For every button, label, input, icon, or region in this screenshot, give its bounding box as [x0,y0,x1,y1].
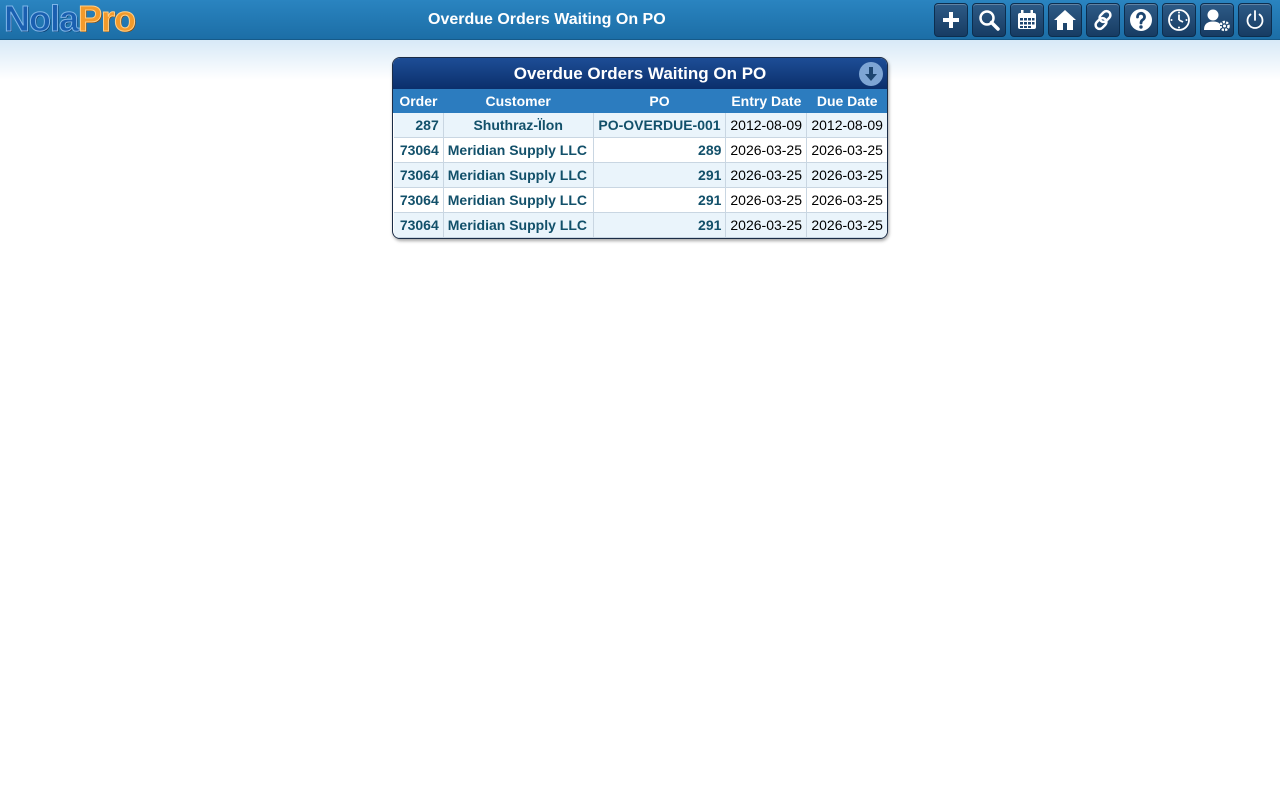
column-header-order[interactable]: Order [393,89,444,113]
download-icon [865,67,877,81]
history-button[interactable] [1162,3,1196,37]
customer-link[interactable]: Meridian Supply LLC [442,137,594,163]
entry-date: 2012-08-09 [725,113,808,138]
table-row: 73064 Meridian Supply LLC 291 2026-03-25… [393,187,887,213]
column-header-customer[interactable]: Customer [442,89,594,113]
po-link[interactable]: 291 [592,187,727,213]
due-date: 2026-03-25 [806,162,887,188]
customer-link[interactable]: Meridian Supply LLC [442,212,594,238]
home-button[interactable] [1048,3,1082,37]
user-settings-button[interactable] [1200,3,1234,37]
calendar-icon [1018,10,1036,29]
report-title: Overdue Orders Waiting On PO [513,64,767,83]
links-button[interactable] [1086,3,1120,37]
table-row: 73064 Meridian Supply LLC 291 2026-03-25… [393,212,887,238]
help-icon [1130,9,1152,31]
column-header-entry-date[interactable]: Entry Date [725,89,807,113]
add-button[interactable] [934,3,968,37]
help-button[interactable] [1124,3,1158,37]
column-header-due-date[interactable]: Due Date [806,89,887,113]
table-row: 73064 Meridian Supply LLC 291 2026-03-25… [393,162,887,188]
page-title: Overdue Orders Waiting On PO [428,11,666,28]
logo-text-nola: Nola [3,0,79,39]
report-header: Overdue Orders Waiting On PO [393,58,887,89]
entry-date: 2026-03-25 [725,187,808,213]
home-icon [1054,10,1076,30]
order-link[interactable]: 73064 [393,162,444,188]
due-date: 2026-03-25 [806,212,887,238]
po-link[interactable]: 289 [592,137,727,163]
user-settings-icon [1204,9,1230,32]
search-button[interactable] [972,3,1006,37]
overdue-orders-table: Order Customer PO Entry Date Due Date 28… [393,89,887,238]
power-icon [1246,10,1264,29]
report-panel: Overdue Orders Waiting On PO Order Custo… [392,57,888,239]
order-link[interactable]: 73064 [393,212,444,238]
calendar-button[interactable] [1010,3,1044,37]
customer-link[interactable]: Meridian Supply LLC [442,187,594,213]
order-link[interactable]: 287 [393,113,444,138]
customer-link[interactable]: Shuthraz-Ïlon [442,113,594,138]
table-row: 287 Shuthraz-Ïlon PO-OVERDUE-001 2012-08… [393,113,887,138]
link-icon [1094,9,1112,31]
order-link[interactable]: 73064 [393,137,444,163]
download-button[interactable] [859,62,883,86]
entry-date: 2026-03-25 [725,137,808,163]
clock-icon [1168,9,1190,31]
entry-date: 2026-03-25 [725,212,808,238]
due-date: 2012-08-09 [806,113,887,138]
order-link[interactable]: 73064 [393,187,444,213]
due-date: 2026-03-25 [806,137,887,163]
entry-date: 2026-03-25 [725,162,808,188]
customer-link[interactable]: Meridian Supply LLC [442,162,594,188]
table-header-row: Order Customer PO Entry Date Due Date [393,89,887,113]
due-date: 2026-03-25 [806,187,887,213]
po-link[interactable]: PO-OVERDUE-001 [592,113,727,138]
toolbar [934,3,1272,37]
top-bar: NolaPro Overdue Orders Waiting On PO [0,0,1280,40]
search-icon [979,10,1000,31]
table-row: 73064 Meridian Supply LLC 289 2026-03-25… [393,137,887,163]
nolapro-logo[interactable]: NolaPro [3,0,137,40]
logout-button[interactable] [1238,3,1272,37]
logo-text-pro: Pro [78,0,137,39]
po-link[interactable]: 291 [592,212,727,238]
column-header-po[interactable]: PO [592,89,726,113]
po-link[interactable]: 291 [592,162,727,188]
plus-icon [943,12,959,28]
